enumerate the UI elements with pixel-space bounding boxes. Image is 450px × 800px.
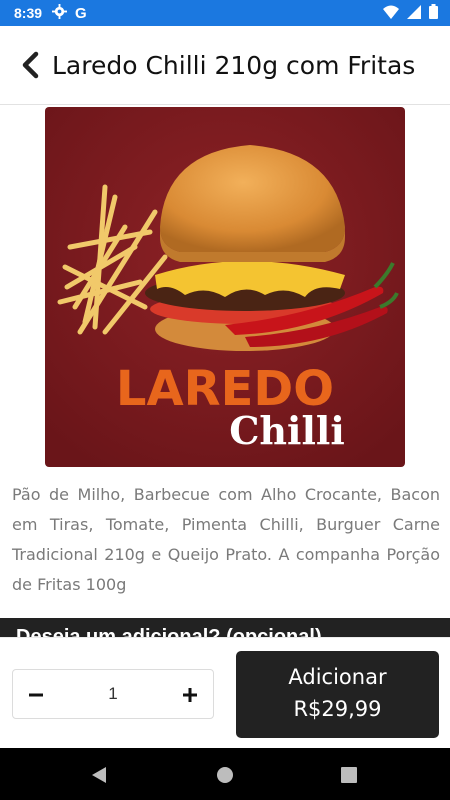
nav-back-icon[interactable] [88, 764, 110, 786]
nav-recents-icon[interactable] [338, 764, 360, 786]
google-g-icon: G [75, 4, 87, 22]
plus-icon [183, 688, 197, 702]
status-bar: 8:39 G [0, 0, 450, 26]
add-to-cart-button[interactable]: Adicionar R$29,99 [236, 651, 439, 738]
status-time: 8:39 [14, 5, 43, 21]
add-button-price: R$29,99 [293, 697, 382, 721]
chevron-left-icon [22, 51, 39, 79]
battery-icon [429, 4, 438, 23]
signal-icon [407, 4, 421, 23]
logo-chilli-text: Chilli [229, 408, 345, 453]
nav-home-icon[interactable] [214, 764, 236, 786]
system-nav-bar [0, 748, 450, 800]
page-title: Laredo Chilli 210g com Fritas [52, 50, 416, 80]
gear-icon [52, 3, 68, 23]
add-button-label: Adicionar [288, 665, 387, 689]
back-button[interactable] [14, 49, 46, 81]
minus-icon [29, 693, 43, 697]
order-bar: 1 Adicionar R$29,99 [0, 637, 450, 749]
quantity-stepper: 1 [12, 669, 214, 719]
quantity-value: 1 [108, 684, 118, 703]
product-description: Pão de Milho, Barbecue com Alho Crocante… [12, 485, 440, 594]
product-image: LAREDO Chilli [45, 107, 405, 467]
wifi-icon [383, 4, 399, 23]
increase-quantity-button[interactable] [173, 678, 207, 712]
app-header: Laredo Chilli 210g com Fritas [0, 26, 450, 105]
decrease-quantity-button[interactable] [19, 678, 53, 712]
